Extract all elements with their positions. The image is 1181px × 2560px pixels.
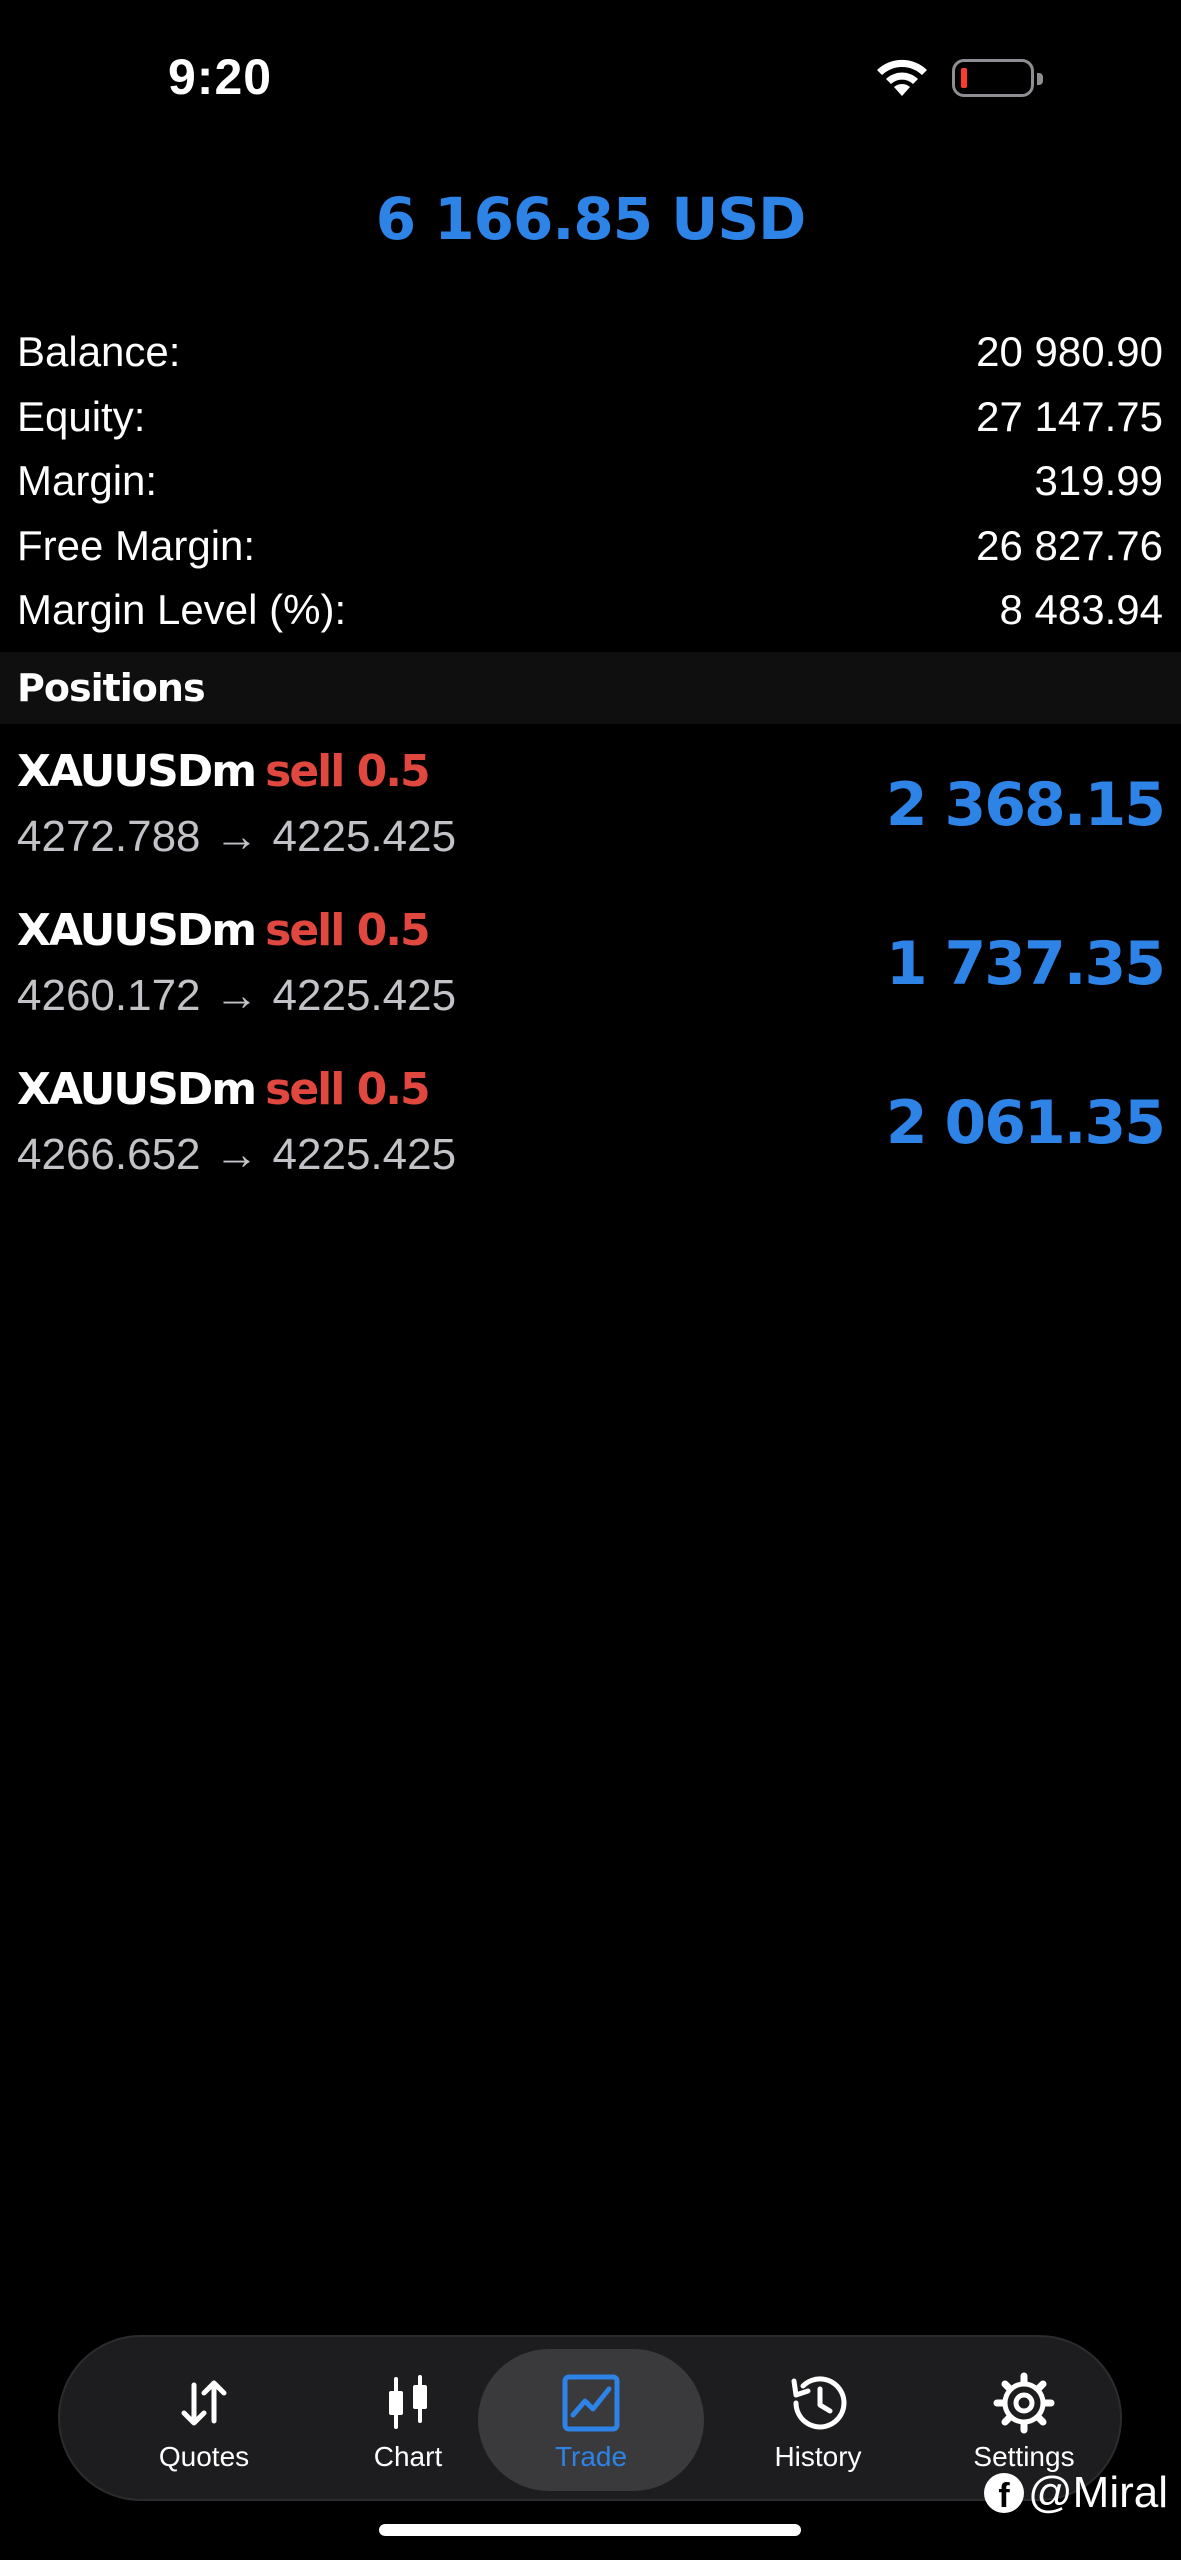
position-symbol: XAUUSDm — [17, 905, 257, 956]
position-open-price: 4272.788 — [17, 812, 201, 861]
total-profit: 6 166.85 USD — [375, 185, 807, 253]
position-profit: 2 368.15 — [885, 770, 1166, 840]
summary-label: Balance: — [17, 328, 181, 376]
position-row[interactable]: XAUUSDm sell 0.5 4260.172 → 4225.425 1 737.… — [0, 899, 1181, 1058]
summary-row-free-margin: Free Margin: 26 827.76 — [17, 514, 1163, 579]
summary-value: 8 483.94 — [999, 586, 1164, 634]
arrow-right-icon: → — [214, 971, 259, 1020]
tab-label: Quotes — [158, 2441, 250, 2472]
wifi-icon — [877, 59, 927, 96]
summary-row-margin-level: Margin Level (%): 8 483.94 — [17, 578, 1163, 643]
tab-bar: Quotes Chart Trade History Settings — [58, 2335, 1122, 2501]
position-profit: 2 061.35 — [885, 1088, 1166, 1158]
tab-trade[interactable]: Trade — [478, 2349, 704, 2491]
tab-quotes[interactable]: Quotes — [102, 2337, 306, 2503]
positions-section-header: Positions — [0, 652, 1181, 724]
trade-chart-icon — [562, 2374, 620, 2432]
position-side: sell 0.5 — [265, 1064, 430, 1115]
position-open-price: 4266.652 — [17, 1130, 201, 1179]
summary-label: Free Margin: — [17, 521, 256, 569]
position-current-price: 4225.425 — [272, 1130, 457, 1179]
summary-label: Margin Level (%): — [17, 586, 347, 634]
positions-title: Positions — [17, 666, 206, 710]
position-row[interactable]: XAUUSDm sell 0.5 4272.788 → 4225.425 2 368.… — [0, 740, 1181, 899]
position-symbol: XAUUSDm — [17, 1064, 257, 1115]
tab-label: History — [774, 2441, 862, 2472]
position-symbol: XAUUSDm — [17, 746, 257, 797]
tab-label: Trade — [554, 2441, 628, 2472]
position-profit: 1 737.35 — [885, 929, 1166, 999]
history-clock-icon — [791, 2376, 847, 2430]
position-open-price: 4260.172 — [17, 971, 201, 1020]
position-current-price: 4225.425 — [272, 812, 457, 861]
position-row[interactable]: XAUUSDm sell 0.5 4266.652 → 4225.425 2 061.… — [0, 1058, 1181, 1217]
summary-row-equity: Equity: 27 147.75 — [17, 385, 1163, 450]
status-bar: 9:20 — [0, 0, 1181, 150]
summary-label: Equity: — [17, 392, 146, 440]
battery-icon — [952, 59, 1043, 97]
summary-row-margin: Margin: 319.99 — [17, 449, 1163, 514]
summary-value: 319.99 — [1034, 457, 1163, 505]
candlestick-icon — [389, 2375, 427, 2429]
account-summary: Balance: 20 980.90 Equity: 27 147.75 Mar… — [17, 320, 1163, 643]
arrow-right-icon: → — [214, 812, 259, 861]
position-side: sell 0.5 — [265, 746, 430, 797]
position-side: sell 0.5 — [265, 905, 430, 956]
arrow-right-icon: → — [214, 1130, 259, 1179]
position-current-price: 4225.425 — [272, 971, 457, 1020]
arrows-updown-icon — [181, 2380, 227, 2426]
tab-history[interactable]: History — [716, 2337, 920, 2503]
summary-value: 20 980.90 — [976, 328, 1163, 376]
gear-icon — [993, 2372, 1055, 2434]
home-indicator[interactable] — [379, 2524, 801, 2536]
summary-value: 27 147.75 — [976, 392, 1163, 440]
facebook-icon: f — [984, 2473, 1024, 2513]
summary-label: Margin: — [17, 457, 158, 505]
watermark-text: @Miral — [1028, 2468, 1168, 2517]
summary-row-balance: Balance: 20 980.90 — [17, 320, 1163, 385]
status-time: 9:20 — [168, 49, 273, 105]
summary-value: 26 827.76 — [976, 521, 1163, 569]
positions-list: XAUUSDm sell 0.5 4272.788 → 4225.425 2 368.… — [0, 740, 1181, 1217]
watermark: f @Miral — [984, 2468, 1168, 2518]
